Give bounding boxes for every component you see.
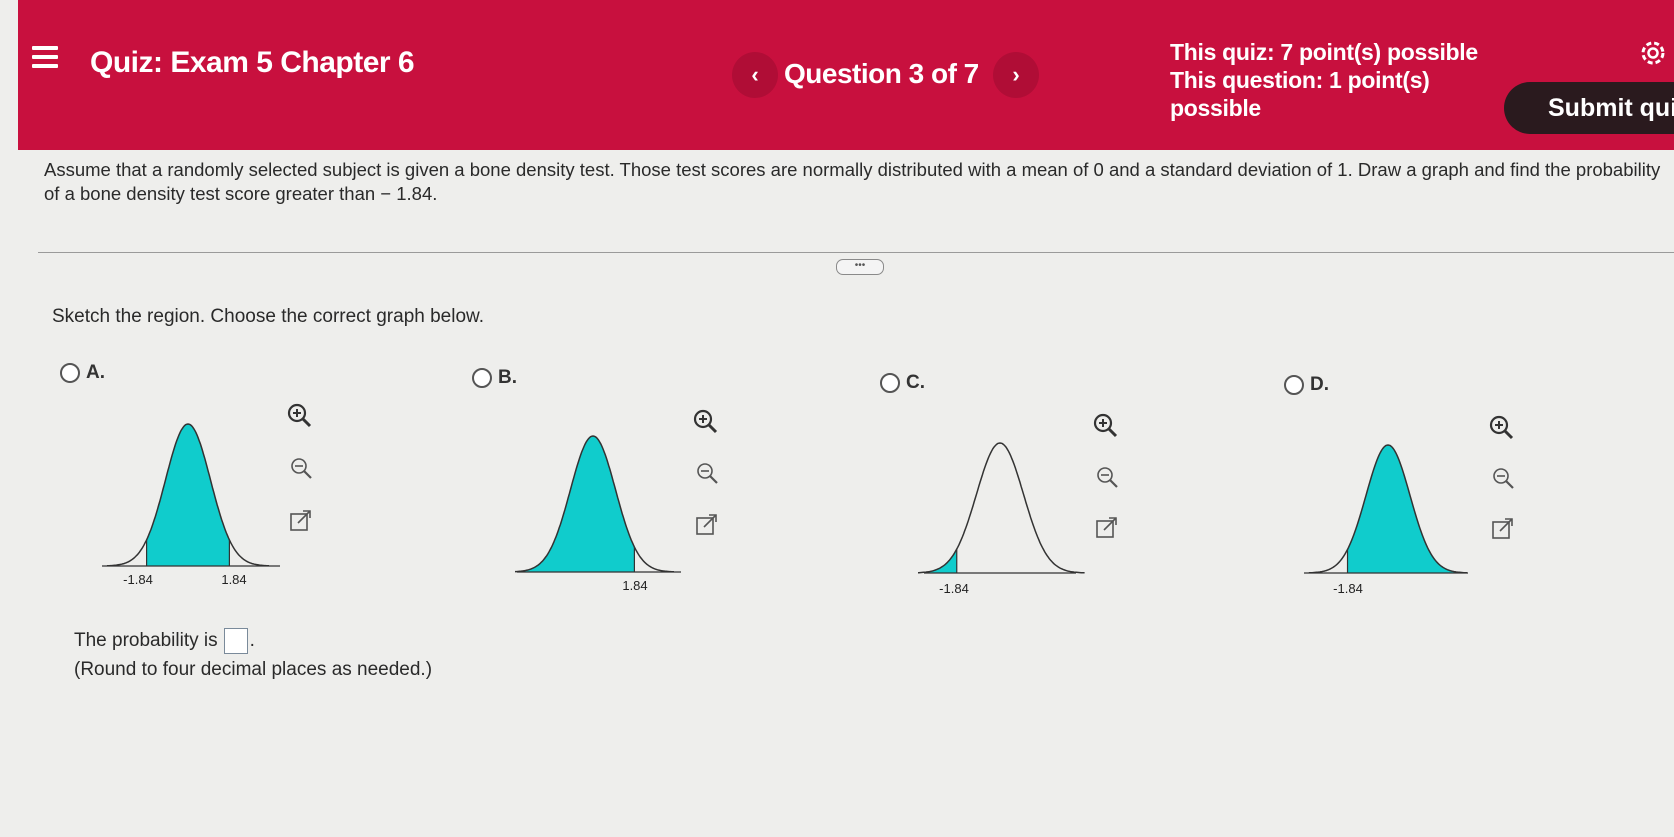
tick-label: 1.84 <box>221 572 246 587</box>
open-window-icon[interactable] <box>694 512 720 538</box>
submit-quiz-button[interactable]: Submit quiz <box>1504 82 1674 134</box>
zoom-out-icon[interactable] <box>694 460 720 486</box>
section-divider <box>38 252 1674 253</box>
option-c-radio[interactable] <box>880 373 900 393</box>
option-d-radio[interactable] <box>1284 375 1304 395</box>
option-c-letter: C. <box>906 372 925 393</box>
answer-suffix: . <box>249 630 255 651</box>
menu-icon[interactable] <box>32 46 58 68</box>
zoom-in-icon[interactable] <box>286 402 312 428</box>
zoom-out-icon[interactable] <box>1490 465 1516 491</box>
option-b-graph: 1.84 <box>515 435 681 593</box>
option-c[interactable]: C. <box>880 372 925 394</box>
rounding-note: (Round to four decimal places as needed.… <box>74 659 433 680</box>
open-window-icon[interactable] <box>288 508 314 534</box>
zoom-in-icon[interactable] <box>1092 412 1118 438</box>
probability-input[interactable] <box>223 628 248 654</box>
answer-prefix: The probability is <box>74 630 218 651</box>
quiz-header: Quiz: Exam 5 Chapter 6 ‹ Question 3 of 7… <box>18 0 1674 150</box>
previous-question-button[interactable]: ‹ <box>732 52 778 98</box>
tick-label: -1.84 <box>939 581 969 596</box>
option-b-radio[interactable] <box>472 368 492 388</box>
quiz-points-text: This quiz: 7 point(s) possible <box>1170 39 1478 65</box>
zoom-in-icon[interactable] <box>692 408 718 434</box>
option-a-radio[interactable] <box>60 363 80 383</box>
option-a-letter: A. <box>86 362 105 383</box>
option-b-letter: B. <box>498 367 517 388</box>
next-question-button[interactable]: › <box>993 52 1039 98</box>
graph-shaded-region <box>146 424 230 566</box>
instruction-text: Sketch the region. Choose the correct gr… <box>52 306 484 327</box>
zoom-in-icon[interactable] <box>1488 414 1514 440</box>
question-points-text: This question: 1 point(s) <box>1170 67 1430 93</box>
zoom-out-icon[interactable] <box>288 455 314 481</box>
option-d[interactable]: D. <box>1284 374 1329 396</box>
tick-label: 1.84 <box>622 578 647 593</box>
zoom-out-icon[interactable] <box>1094 464 1120 490</box>
option-a-graph: -1.84 1.84 <box>102 423 280 587</box>
quiz-title: Quiz: Exam 5 Chapter 6 <box>90 46 415 79</box>
answer-line: The probability is . <box>74 628 255 654</box>
option-d-graph: -1.84 <box>1304 444 1468 596</box>
tick-label: -1.84 <box>123 572 153 587</box>
normal-curve <box>918 442 1085 574</box>
graph-shaded-region <box>515 436 635 572</box>
question-counter: Question 3 of 7 <box>784 58 979 89</box>
points-info: This quiz: 7 point(s) possible This ques… <box>1170 38 1478 122</box>
option-c-graph: -1.84 <box>918 442 1085 596</box>
option-d-letter: D. <box>1310 374 1329 395</box>
open-window-icon[interactable] <box>1490 516 1516 542</box>
divider-handle[interactable]: ••• <box>836 259 884 275</box>
gear-icon[interactable] <box>1638 38 1668 68</box>
option-a[interactable]: A. <box>60 362 105 384</box>
option-b[interactable]: B. <box>472 367 517 389</box>
question-points-text-cont: possible <box>1170 95 1261 121</box>
tick-label: -1.84 <box>1333 581 1363 596</box>
question-text: Assume that a randomly selected subject … <box>44 159 1661 204</box>
open-window-icon[interactable] <box>1094 515 1120 541</box>
graph-shaded-region <box>1347 445 1468 573</box>
